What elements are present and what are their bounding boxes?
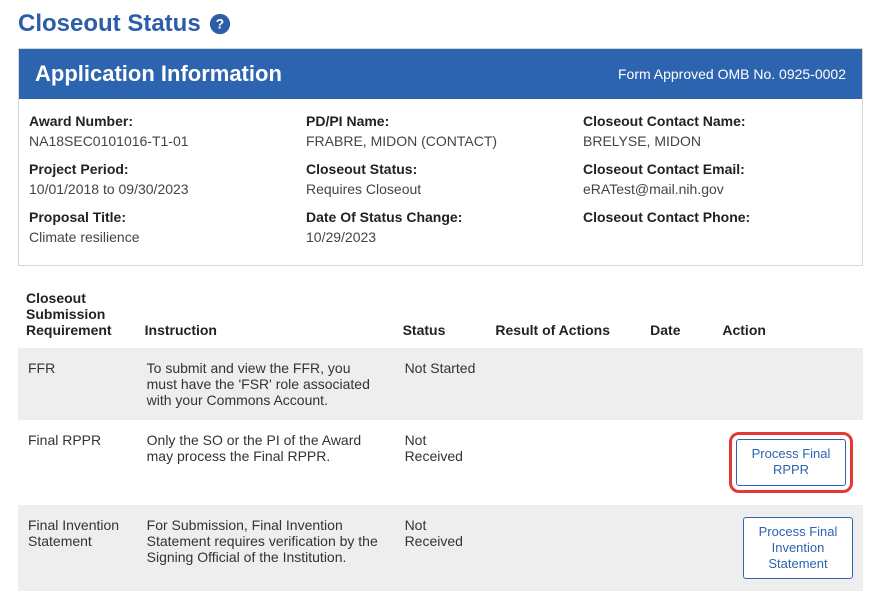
closeout-table: Closeout Submission Requirement Instruct… <box>18 284 863 591</box>
cell-requirement: FFR <box>18 348 137 420</box>
help-icon[interactable]: ? <box>209 13 231 35</box>
cell-date <box>642 505 714 592</box>
cell-status: Not Received <box>395 420 488 505</box>
app-info-panel: Application Information Form Approved OM… <box>18 48 863 266</box>
cell-date <box>642 348 714 420</box>
col-status: Status <box>395 284 488 348</box>
cell-result <box>487 420 642 505</box>
col-requirement: Closeout Submission Requirement <box>18 284 137 348</box>
contact-phone-label: Closeout Contact Phone: <box>583 209 852 225</box>
award-number-label: Award Number: <box>29 113 298 129</box>
col-date: Date <box>642 284 714 348</box>
table-row: Final Invention StatementFor Submission,… <box>18 505 863 592</box>
closeout-status-value: Requires Closeout <box>306 181 575 197</box>
contact-email-value: eRATest@mail.nih.gov <box>583 181 852 197</box>
pdpi-name-value: FRABRE, MIDON (CONTACT) <box>306 133 575 149</box>
contact-name-label: Closeout Contact Name: <box>583 113 852 129</box>
panel-header: Application Information Form Approved OM… <box>19 49 862 99</box>
cell-result <box>487 505 642 592</box>
svg-text:?: ? <box>215 17 223 32</box>
table-row: Final RPPROnly the SO or the PI of the A… <box>18 420 863 505</box>
col-action: Action <box>714 284 863 348</box>
award-number-value: NA18SEC0101016-T1-01 <box>29 133 298 149</box>
cell-action <box>714 348 863 420</box>
col-instruction: Instruction <box>137 284 395 348</box>
project-period-label: Project Period: <box>29 161 298 177</box>
contact-name-value: BRELYSE, MIDON <box>583 133 852 149</box>
highlight-rect: Process Final RPPR <box>729 432 853 493</box>
cell-result <box>487 348 642 420</box>
cell-date <box>642 420 714 505</box>
info-grid: Award Number: NA18SEC0101016-T1-01 Proje… <box>19 99 862 265</box>
cell-instruction: For Submission, Final Invention Statemen… <box>137 505 395 592</box>
table-row: FFRTo submit and view the FFR, you must … <box>18 348 863 420</box>
process-button[interactable]: Process Final Invention Statement <box>743 517 853 580</box>
col-result: Result of Actions <box>487 284 642 348</box>
status-change-date-value: 10/29/2023 <box>306 229 575 245</box>
contact-email-label: Closeout Contact Email: <box>583 161 852 177</box>
cell-requirement: Final Invention Statement <box>18 505 137 592</box>
cell-status: Not Started <box>395 348 488 420</box>
cell-instruction: Only the SO or the PI of the Award may p… <box>137 420 395 505</box>
pdpi-name-label: PD/PI Name: <box>306 113 575 129</box>
closeout-status-label: Closeout Status: <box>306 161 575 177</box>
cell-requirement: Final RPPR <box>18 420 137 505</box>
cell-action: Process Final RPPR <box>714 420 863 505</box>
proposal-title-label: Proposal Title: <box>29 209 298 225</box>
form-approved-text: Form Approved OMB No. 0925-0002 <box>618 66 846 82</box>
cell-status: Not Received <box>395 505 488 592</box>
cell-action: Process Final Invention Statement <box>714 505 863 592</box>
process-button[interactable]: Process Final RPPR <box>736 439 846 486</box>
proposal-title-value: Climate resilience <box>29 229 298 245</box>
cell-instruction: To submit and view the FFR, you must hav… <box>137 348 395 420</box>
page-title-text: Closeout Status <box>18 10 201 38</box>
project-period-value: 10/01/2018 to 09/30/2023 <box>29 181 298 197</box>
page-title: Closeout Status ? <box>18 10 863 38</box>
panel-title: Application Information <box>35 61 282 87</box>
status-change-date-label: Date Of Status Change: <box>306 209 575 225</box>
